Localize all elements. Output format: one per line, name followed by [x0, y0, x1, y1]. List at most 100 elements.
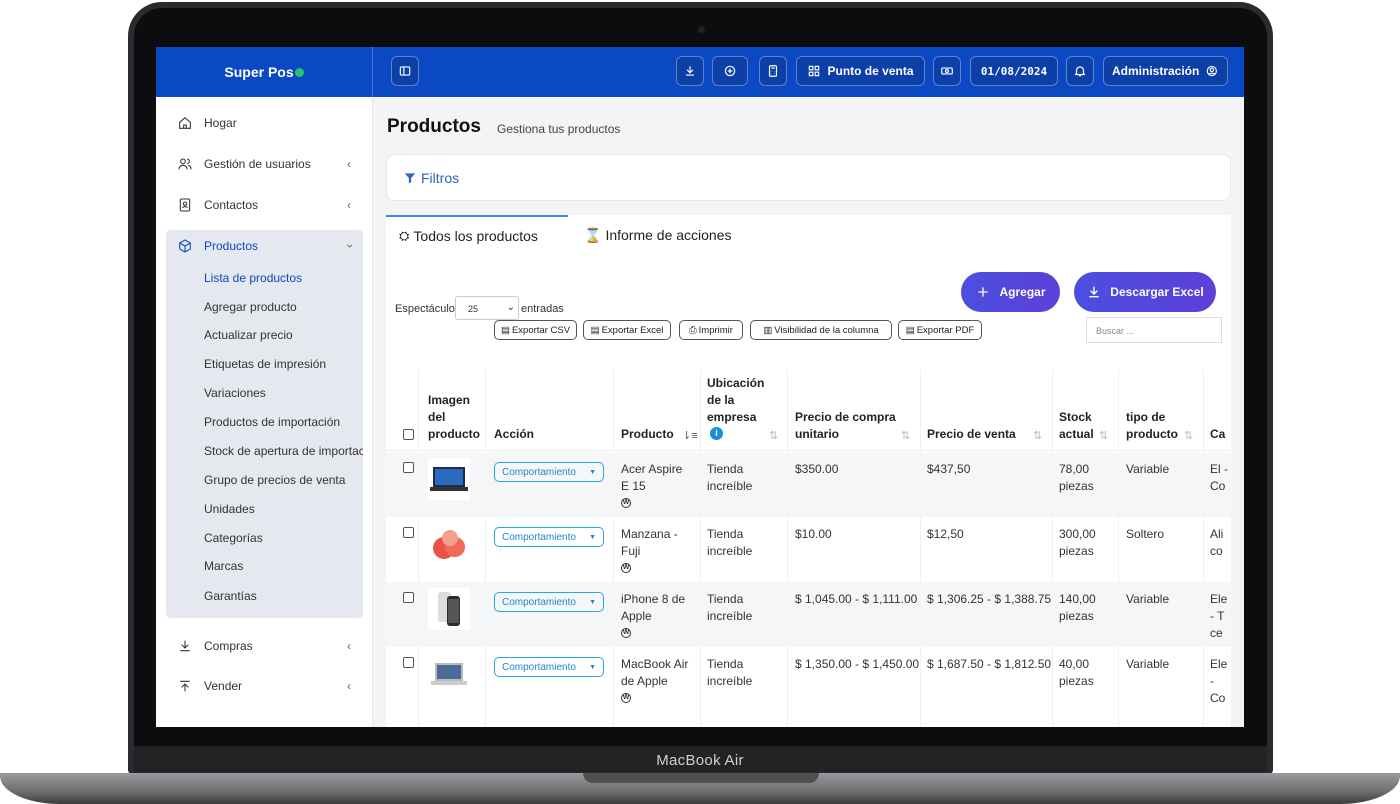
- col-location[interactable]: Ubicación de la empresa: [707, 375, 769, 426]
- row-checkbox[interactable]: [403, 462, 414, 473]
- funnel-icon: [404, 173, 416, 184]
- row-checkbox[interactable]: [403, 657, 414, 668]
- brand-name: Super Pos: [224, 64, 294, 80]
- product-name: iPhone 8 de Apple W: [621, 592, 686, 638]
- row-checkbox[interactable]: [403, 527, 414, 538]
- sale-price-cell: $437,50: [927, 462, 971, 476]
- notifications-button[interactable]: [1066, 56, 1094, 86]
- cash-button[interactable]: [933, 56, 961, 86]
- col-purchase-price[interactable]: Precio de compra unitario: [795, 409, 905, 443]
- action-dropdown-button[interactable]: Comportamiento ▼: [494, 592, 604, 612]
- col-type[interactable]: tipo de producto: [1126, 409, 1188, 443]
- download-button[interactable]: [676, 56, 704, 86]
- page-size-select[interactable]: 25 ⌄: [455, 296, 519, 320]
- filters-panel[interactable]: Filtros: [386, 154, 1231, 201]
- sidebar-subitem-warranties[interactable]: Garantías: [204, 589, 257, 603]
- search-input[interactable]: Buscar ...: [1086, 317, 1222, 343]
- chevron-down-icon: ⌄: [506, 302, 515, 313]
- chevron-down-icon: ‹: [342, 244, 356, 248]
- cubes-icon: ⛭: [399, 228, 410, 243]
- sidebar-subitem-units[interactable]: Unidades: [204, 502, 255, 516]
- export-label: Visibilidad de la columna: [774, 324, 879, 336]
- action-label: Comportamiento: [502, 661, 576, 673]
- sidebar-subitem-import-products[interactable]: Productos de importación: [204, 415, 340, 429]
- location-cell: Tienda increíble: [707, 527, 753, 558]
- col-product[interactable]: Producto: [621, 426, 674, 443]
- stock-cell: 140,00 piezas: [1059, 592, 1096, 623]
- col-sale-price[interactable]: Precio de venta: [927, 426, 1016, 443]
- product-image: [428, 588, 470, 630]
- tab-all-products[interactable]: ⛭ Todos los productos: [386, 215, 568, 255]
- product-name: Acer Aspire E 15 W: [621, 462, 683, 508]
- sort-icon[interactable]: ⇅: [1033, 429, 1042, 442]
- action-label: Comportamiento: [502, 596, 576, 608]
- export-label: Exportar Excel: [601, 324, 664, 336]
- category-cell: Ele - Co: [1210, 657, 1228, 705]
- calculator-button[interactable]: [759, 56, 787, 86]
- purchase-price-cell: $350.00: [795, 462, 839, 476]
- admin-menu-button[interactable]: Administración: [1103, 56, 1228, 86]
- brand-logo[interactable]: Super Pos: [156, 47, 373, 97]
- sidebar-subitem-update-price[interactable]: Actualizar precio: [204, 328, 293, 342]
- date-text: 01/08/2024: [980, 64, 1048, 78]
- print-button[interactable]: ⎙ Imprimir: [679, 320, 743, 340]
- location-cell: Tienda increíble: [707, 462, 753, 493]
- sidebar-item-contacts[interactable]: Contactos ‹: [166, 189, 363, 221]
- sidebar-item-sell[interactable]: Vender ‹: [166, 670, 363, 702]
- sidebar-item-users[interactable]: Gestión de usuarios ‹: [166, 148, 363, 180]
- export-label: Imprimir: [698, 324, 733, 336]
- arrow-down-circle-icon: [180, 640, 190, 652]
- admin-label: Administración: [1112, 64, 1200, 78]
- sidebar-subitem-price-groups[interactable]: Grupo de precios de venta: [204, 473, 345, 487]
- export-excel-button[interactable]: ▤ Exportar Excel: [583, 320, 671, 340]
- row-checkbox[interactable]: [403, 592, 414, 603]
- tab-stock-report[interactable]: ⌛ Informe de acciones: [584, 215, 754, 255]
- export-label: Exportar CSV: [511, 324, 571, 336]
- add-button[interactable]: [712, 56, 748, 86]
- sidebar-subitem-variations[interactable]: Variaciones: [204, 386, 266, 400]
- export-pdf-button[interactable]: ▤ Exportar PDF: [898, 320, 982, 340]
- sidebar-subitem-print-labels[interactable]: Etiquetas de impresión: [204, 357, 326, 371]
- column-visibility-button[interactable]: ▥ Visibilidad de la columna: [750, 320, 892, 340]
- col-stock[interactable]: Stock actual: [1059, 409, 1099, 443]
- action-label: Comportamiento: [502, 466, 576, 478]
- sort-icon[interactable]: ⇅: [1184, 429, 1193, 442]
- col-image: Imagen del producto: [428, 393, 480, 441]
- sidebar-subitem-categories[interactable]: Categorías: [204, 531, 263, 545]
- action-label: Comportamiento: [502, 531, 576, 543]
- app-screen: Super Pos Punto de venta 01/08/2024 Admi…: [156, 47, 1244, 727]
- file-icon: ▤: [905, 324, 915, 336]
- sidebar-toggle-button[interactable]: [391, 56, 419, 86]
- sidebar-item-purchases[interactable]: Compras ‹: [166, 630, 363, 662]
- main-content: Productos Gestiona tus productos Filtros…: [373, 97, 1244, 727]
- col-category[interactable]: Ca: [1210, 426, 1225, 443]
- sidebar-subitem-import-opening-stock[interactable]: Stock de apertura de importación: [204, 444, 363, 458]
- info-icon[interactable]: i: [710, 427, 723, 440]
- action-dropdown-button[interactable]: Comportamiento ▼: [494, 657, 604, 677]
- download-excel-button[interactable]: Descargar Excel: [1074, 272, 1216, 312]
- download-icon: [1089, 286, 1099, 298]
- sidebar-item-home[interactable]: Hogar: [166, 107, 363, 139]
- action-dropdown-button[interactable]: Comportamiento ▼: [494, 527, 604, 547]
- export-csv-button[interactable]: ▤ Exportar CSV: [494, 320, 577, 340]
- sort-icon[interactable]: ⇅: [901, 429, 910, 442]
- sidebar-item-products[interactable]: Productos ‹: [166, 230, 363, 262]
- sort-icon[interactable]: ⇅: [769, 429, 778, 442]
- grid-icon: [809, 65, 820, 77]
- type-cell: Variable: [1126, 462, 1170, 476]
- laptop-frame: Super Pos Punto de venta 01/08/2024 Admi…: [0, 0, 1400, 804]
- sort-icon[interactable]: ⇅: [1099, 429, 1108, 442]
- add-product-button[interactable]: Agregar: [961, 272, 1060, 312]
- arrow-up-icon: [180, 680, 190, 692]
- sidebar-subitem-product-list[interactable]: Lista de productos: [204, 271, 302, 285]
- date-display[interactable]: 01/08/2024: [970, 56, 1058, 86]
- sidebar-subitem-brands[interactable]: Marcas: [204, 559, 243, 573]
- filters-toggle[interactable]: Filtros: [403, 170, 459, 186]
- sort-asc-icon[interactable]: ⇂≡: [682, 429, 698, 442]
- action-dropdown-button[interactable]: Comportamiento ▼: [494, 462, 604, 482]
- product-image: [428, 458, 470, 500]
- point-of-sale-button[interactable]: Punto de venta: [796, 56, 925, 86]
- purchase-price-cell: $ 1,045.00 - $ 1,111.00: [795, 592, 918, 606]
- sidebar-subitem-add-product[interactable]: Agregar producto: [204, 300, 297, 314]
- select-all-checkbox[interactable]: [403, 429, 414, 440]
